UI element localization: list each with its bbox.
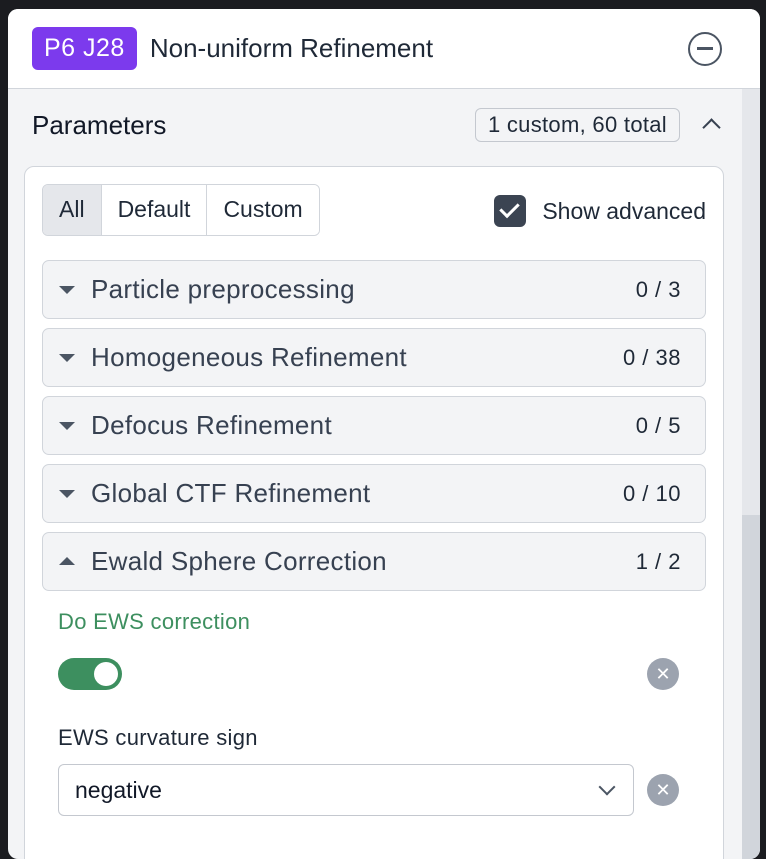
caret-down-icon	[59, 489, 75, 499]
panel-header: P6 J28 Non-uniform Refinement	[8, 9, 760, 89]
filter-custom-button[interactable]: Custom	[207, 185, 319, 235]
clear-do-ews-icon[interactable]: ✕	[647, 658, 679, 690]
parameter-filter-group: All Default Custom	[42, 184, 320, 236]
section-label: Particle preprocessing	[91, 274, 355, 304]
parameters-card: All Default Custom Show advanced Particl…	[24, 166, 724, 859]
show-advanced-checkbox[interactable]	[494, 195, 527, 227]
section-count: 1 / 2	[635, 548, 681, 574]
section-count: 0 / 10	[622, 480, 681, 506]
job-parameters-panel: P6 J28 Non-uniform Refinement Parameters…	[8, 9, 760, 859]
section-defocus-refinement[interactable]: Defocus Refinement 0 / 5	[42, 396, 706, 455]
show-advanced-label: Show advanced	[542, 197, 706, 224]
filter-default-button[interactable]: Default	[101, 185, 208, 235]
section-count: 0 / 38	[622, 344, 681, 370]
section-global-ctf-refinement[interactable]: Global CTF Refinement 0 / 10	[42, 464, 706, 523]
show-advanced-toggle[interactable]: Show advanced	[494, 195, 706, 227]
caret-up-icon	[59, 556, 75, 567]
caret-down-icon	[59, 421, 75, 431]
parameters-title: Parameters	[32, 109, 167, 140]
job-id-badge[interactable]: P6 J28	[32, 27, 137, 70]
parameters-header: Parameters 1 custom, 60 total	[32, 107, 724, 143]
section-label: Global CTF Refinement	[91, 478, 371, 508]
do-ews-label: Do EWS correction	[58, 609, 251, 634]
section-label: Defocus Refinement	[91, 410, 332, 440]
do-ews-toggle[interactable]	[58, 658, 122, 690]
minus-circle-icon[interactable]	[688, 31, 722, 66]
ews-sign-label: EWS curvature sign	[58, 725, 258, 750]
ews-sign-value: negative	[75, 776, 162, 803]
clear-ews-sign-icon[interactable]: ✕	[647, 774, 679, 806]
ews-sign-select[interactable]: negative	[58, 764, 634, 816]
chevron-down-icon	[597, 780, 617, 800]
caret-down-icon	[59, 353, 75, 363]
chevron-up-icon[interactable]	[700, 113, 724, 137]
job-title: Non-uniform Refinement	[149, 33, 434, 63]
scrollbar-thumb[interactable]	[742, 515, 760, 859]
parameters-count-badge: 1 custom, 60 total	[474, 108, 680, 142]
section-particle-preprocessing[interactable]: Particle preprocessing 0 / 3	[42, 260, 706, 319]
section-label: Ewald Sphere Correction	[91, 546, 387, 576]
filter-all-button[interactable]: All	[43, 185, 102, 235]
section-count: 0 / 3	[635, 276, 681, 302]
section-homogeneous-refinement[interactable]: Homogeneous Refinement 0 / 38	[42, 328, 706, 387]
section-label: Homogeneous Refinement	[91, 342, 407, 372]
section-ewald-sphere-correction[interactable]: Ewald Sphere Correction 1 / 2	[42, 532, 706, 591]
caret-down-icon	[59, 285, 75, 295]
section-count: 0 / 5	[635, 412, 681, 438]
